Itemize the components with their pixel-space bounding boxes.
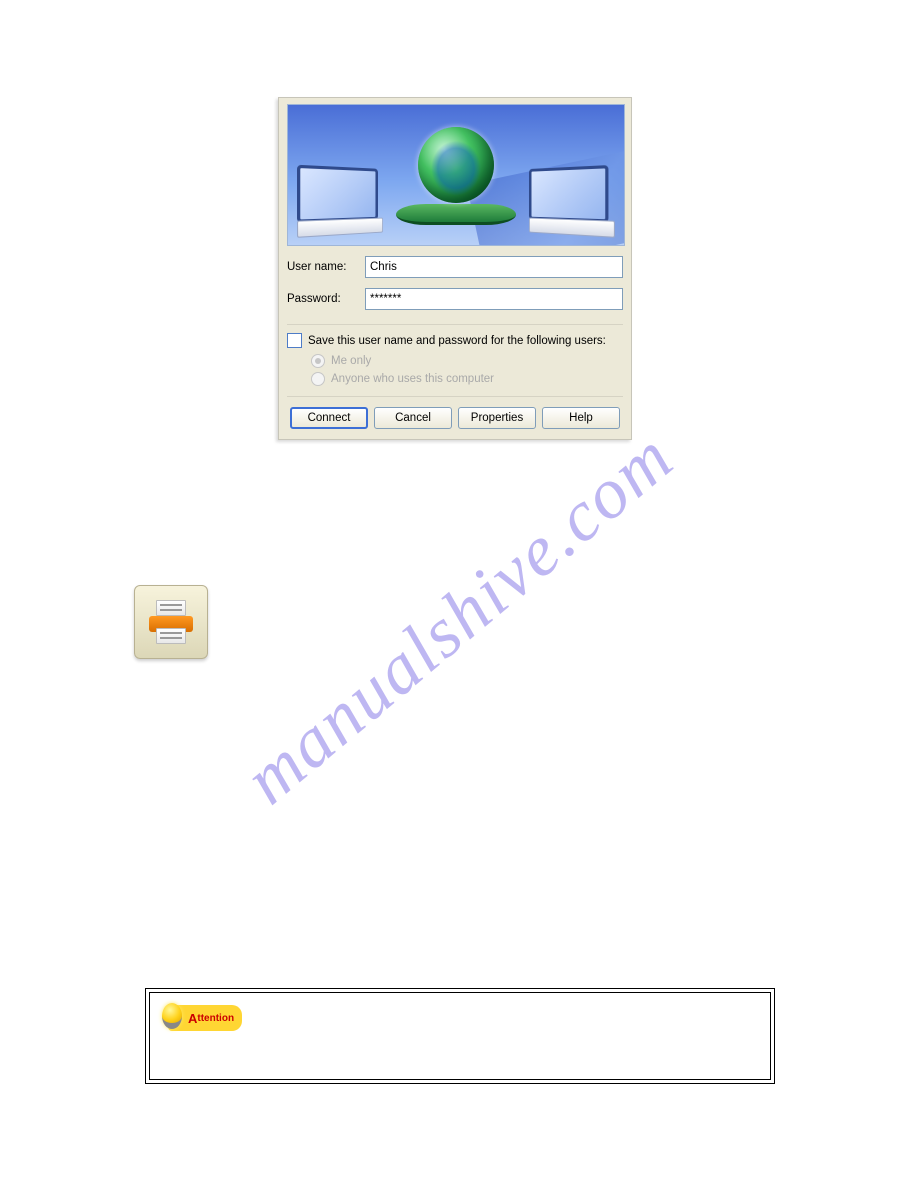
help-button[interactable]: Help xyxy=(542,407,620,429)
radio-anyone xyxy=(311,372,325,386)
watermark-text: manualshive.com xyxy=(229,415,690,820)
globe-icon xyxy=(418,127,494,203)
radio-anyone-label: Anyone who uses this computer xyxy=(331,373,494,385)
connect-button[interactable]: Connect xyxy=(290,407,368,429)
attention-badge: Attention xyxy=(168,1005,242,1031)
username-label: User name: xyxy=(287,261,365,273)
properties-button[interactable]: Properties xyxy=(458,407,536,429)
attention-label-rest: ttention xyxy=(197,1013,234,1024)
lightbulb-icon xyxy=(162,1003,182,1029)
print-icon[interactable] xyxy=(134,585,208,659)
dialog-banner-image xyxy=(287,104,625,246)
radio-me-only-label: Me only xyxy=(331,355,371,367)
save-credentials-checkbox[interactable] xyxy=(287,333,302,348)
connection-dialog: User name: Password: Save this user name… xyxy=(278,97,632,440)
attention-box: Attention xyxy=(149,992,771,1080)
laptop-right-graphic xyxy=(529,165,615,229)
save-credentials-label: Save this user name and password for the… xyxy=(308,335,606,347)
radio-me-only xyxy=(311,354,325,368)
laptop-left-graphic xyxy=(297,165,383,229)
cancel-button[interactable]: Cancel xyxy=(374,407,452,429)
attention-label-first: A xyxy=(188,1011,197,1026)
password-input[interactable] xyxy=(365,288,623,310)
globe-stand-graphic xyxy=(396,204,516,225)
password-label: Password: xyxy=(287,293,365,305)
username-input[interactable] xyxy=(365,256,623,278)
